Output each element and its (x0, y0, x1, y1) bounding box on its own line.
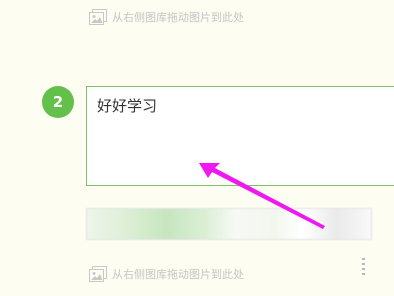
drag-handle[interactable] (362, 258, 365, 278)
image-drop-hint[interactable]: 从右侧图库拖动图片到此处 (89, 8, 244, 26)
image-icon (89, 9, 107, 25)
image-drop-hint[interactable]: 从右侧图库拖动图片到此处 (89, 265, 244, 283)
step-text-input[interactable]: 好好学习 (86, 86, 394, 186)
image-drop-text: 从右侧图库拖动图片到此处 (112, 11, 244, 24)
image-drop-text: 从右侧图库拖动图片到此处 (112, 268, 244, 281)
image-icon (89, 266, 107, 282)
step-number-badge: 2 (42, 86, 74, 118)
blurred-content (86, 208, 372, 240)
